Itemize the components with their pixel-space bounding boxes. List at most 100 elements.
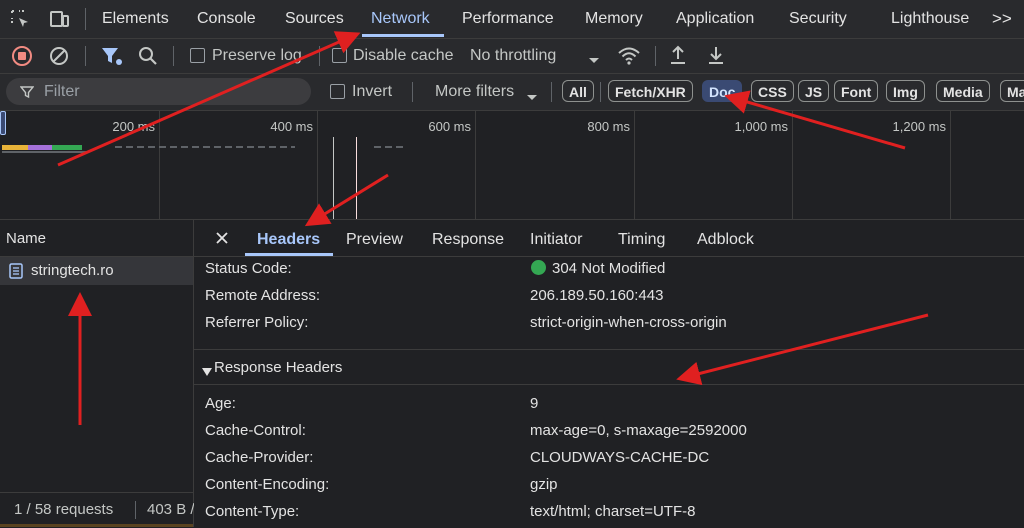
header-value: max-age=0, s-maxage=2592000: [530, 422, 747, 439]
tab-console[interactable]: Console: [197, 0, 256, 38]
dom-content-loaded-marker: [333, 137, 334, 219]
devtools-tab-bar: Elements Console Sources Network Perform…: [0, 0, 1024, 39]
throttling-select[interactable]: No throttling: [470, 39, 556, 73]
timeline-tick-label: 400 ms: [270, 119, 313, 134]
tab-initiator[interactable]: Initiator: [530, 220, 582, 256]
filter-funnel-icon: [19, 85, 35, 99]
request-details-panel: Headers Preview Response Initiator Timin…: [194, 220, 1024, 527]
toolbar-separator: [173, 46, 174, 66]
timeline-bar-download: [52, 145, 82, 150]
network-toolbar: Preserve log Disable cache No throttling: [0, 39, 1024, 74]
disable-cache-checkbox[interactable]: [332, 48, 347, 63]
inspect-element-icon[interactable]: [10, 9, 30, 29]
filter-placeholder: Filter: [44, 83, 80, 100]
tab-adblock[interactable]: Adblock: [697, 220, 754, 256]
timeline-overview[interactable]: 200 ms 400 ms 600 ms 800 ms 1,000 ms 1,2…: [0, 111, 1024, 220]
more-filters-dropdown[interactable]: More filters: [435, 74, 514, 110]
import-har-upload-icon[interactable]: [668, 44, 688, 66]
timeline-gridline: [475, 111, 476, 219]
active-tab-indicator: [362, 34, 444, 37]
search-icon[interactable]: [137, 45, 159, 67]
header-name: Cache-Provider:: [205, 449, 314, 466]
request-name[interactable]: stringtech.ro: [31, 257, 114, 285]
chip-all[interactable]: All: [562, 80, 594, 102]
referrer-policy-label: Referrer Policy:: [205, 314, 309, 331]
more-tabs-icon[interactable]: >>: [992, 0, 1012, 38]
tab-network[interactable]: Network: [371, 0, 430, 38]
filter-input[interactable]: Filter: [6, 78, 311, 105]
remote-address-label: Remote Address:: [205, 287, 321, 304]
filter-separator: [600, 82, 601, 102]
filter-separator: [551, 82, 552, 102]
timeline-selection-handle[interactable]: [0, 111, 6, 135]
preserve-log-label[interactable]: Preserve log: [212, 39, 302, 73]
clear-icon[interactable]: [48, 45, 70, 67]
active-tab-indicator: [245, 253, 333, 256]
timeline-gridline: [950, 111, 951, 219]
close-icon[interactable]: [214, 230, 230, 246]
name-column-header[interactable]: Name: [6, 220, 46, 258]
referrer-policy-value: strict-origin-when-cross-origin: [530, 314, 727, 331]
header-name: Cache-Control:: [205, 422, 306, 439]
timeline-bar-script: [28, 145, 52, 150]
request-list-header: Name: [0, 220, 193, 257]
tab-memory[interactable]: Memory: [585, 0, 643, 38]
stop-recording-icon[interactable]: [11, 45, 33, 67]
header-name: Age:: [205, 395, 236, 412]
filter-separator: [412, 82, 413, 102]
filter-funnel-icon[interactable]: [100, 45, 124, 67]
export-har-download-icon[interactable]: [706, 44, 726, 66]
preserve-log-checkbox[interactable]: [190, 48, 205, 63]
tab-headers[interactable]: Headers: [257, 220, 320, 256]
tab-timing[interactable]: Timing: [618, 220, 665, 256]
timeline-tick-label: 200 ms: [112, 119, 155, 134]
tab-sources[interactable]: Sources: [285, 0, 344, 38]
device-toolbar-icon[interactable]: [48, 9, 70, 29]
chip-img[interactable]: Img: [886, 80, 925, 102]
dropdown-caret-icon[interactable]: [526, 89, 538, 100]
chip-font[interactable]: Font: [834, 80, 879, 102]
disable-cache-label[interactable]: Disable cache: [353, 39, 454, 73]
status-code-value: 304 Not Modified: [552, 260, 666, 277]
filter-bar: Filter Invert More filters All Fetch/XHR…: [0, 74, 1024, 111]
remote-address-value: 206.189.50.160:443: [530, 287, 664, 304]
header-value: CLOUDWAYS-CACHE-DC: [530, 449, 710, 466]
status-ok-dot-icon: [531, 260, 546, 275]
timeline-dashed-track: [374, 146, 404, 148]
timeline-bar-track: [2, 151, 87, 153]
chip-fetch-xhr[interactable]: Fetch/XHR: [608, 80, 693, 102]
tab-elements[interactable]: Elements: [102, 0, 169, 38]
toolbar-separator: [85, 46, 86, 66]
timeline-tick-label: 1,000 ms: [734, 119, 788, 134]
response-headers-section-header[interactable]: Response Headers: [194, 350, 1024, 384]
timeline-tick-label: 1,200 ms: [892, 119, 946, 134]
chip-media[interactable]: Media: [936, 80, 990, 102]
chip-js[interactable]: JS: [798, 80, 830, 102]
tab-performance[interactable]: Performance: [462, 0, 554, 38]
timeline-bar-waiting: [2, 145, 28, 150]
invert-checkbox[interactable]: [330, 84, 345, 99]
timeline-tick-label: 600 ms: [428, 119, 471, 134]
tab-preview[interactable]: Preview: [346, 220, 403, 256]
toolbar-separator: [319, 46, 320, 66]
details-tab-bar: Headers Preview Response Initiator Timin…: [194, 220, 1024, 257]
expand-triangle-icon: [202, 363, 212, 376]
tab-application[interactable]: Application: [676, 0, 754, 38]
timeline-gridline: [159, 111, 160, 219]
chip-css[interactable]: CSS: [751, 80, 794, 102]
request-row[interactable]: stringtech.ro: [0, 257, 193, 285]
dropdown-caret-icon[interactable]: [588, 52, 600, 63]
invert-label[interactable]: Invert: [352, 74, 392, 110]
timeline-gridline: [634, 111, 635, 219]
network-conditions-wifi-icon[interactable]: [617, 45, 641, 67]
load-event-marker: [356, 137, 357, 219]
header-value: 9: [530, 395, 539, 412]
chip-manifest[interactable]: Ma: [1000, 80, 1024, 102]
tab-lighthouse[interactable]: Lighthouse: [891, 0, 969, 38]
status-separator: [135, 501, 136, 519]
tab-response[interactable]: Response: [432, 220, 504, 256]
chip-doc[interactable]: Doc: [702, 80, 743, 102]
tab-security[interactable]: Security: [789, 0, 847, 38]
timeline-gridline: [317, 111, 318, 219]
response-headers-title: Response Headers: [214, 359, 343, 376]
